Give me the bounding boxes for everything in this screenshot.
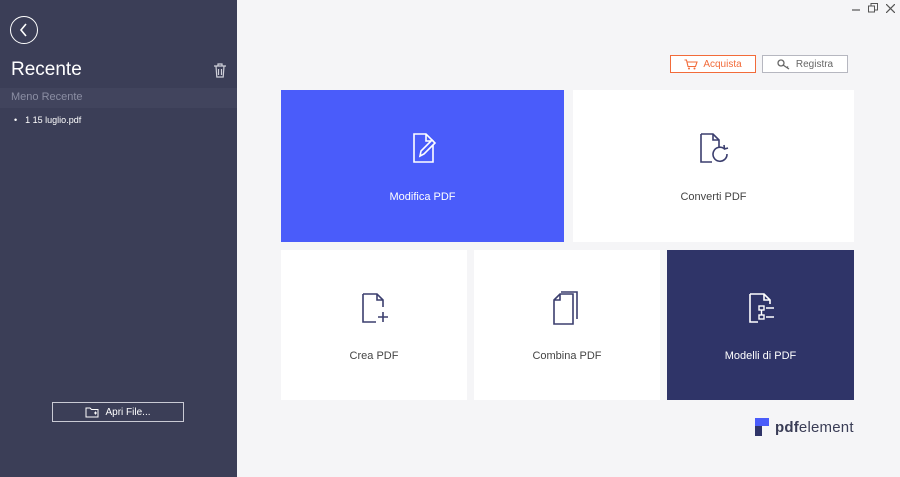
folder-icon [85,407,99,417]
tile-label: Combina PDF [532,350,602,362]
create-pdf-icon [362,293,388,323]
trash-icon[interactable] [213,63,227,78]
tile-label: Crea PDF [349,350,399,362]
list-bullet: • [14,115,18,125]
window-controls [851,3,895,13]
chevron-left-icon [19,23,27,37]
logo-text-rest: element [798,418,854,436]
tile-combine-pdf[interactable]: Combina PDF [474,250,660,400]
logo-text: pdfelement [775,419,854,436]
back-button[interactable] [10,16,38,44]
open-file-button[interactable]: Apri File... [52,402,184,422]
recent-file-item[interactable]: • 1 15 luglio.pdf [14,115,81,125]
section-label: Meno Recente [11,91,83,103]
key-icon [777,58,790,70]
buy-button[interactable]: Acquista [670,55,756,73]
tile-label: Modifica PDF [389,191,456,203]
cart-icon [684,58,699,69]
sidebar-title: Recente [11,59,82,80]
templates-pdf-icon [748,293,774,323]
tile-create-pdf[interactable]: Crea PDF [281,250,467,400]
tile-label: Modelli di PDF [724,350,797,362]
tile-edit-pdf[interactable]: Modifica PDF [281,90,564,242]
restore-icon [868,3,878,13]
minimize-button[interactable] [851,3,861,13]
open-file-label: Apri File... [105,406,151,418]
tile-label: Converti PDF [680,191,747,203]
combine-pdf-icon [553,291,578,325]
restore-button[interactable] [868,3,878,13]
edit-pdf-icon [412,133,436,163]
close-button[interactable] [885,3,895,13]
minimize-icon [852,9,860,11]
section-header: Meno Recente [0,88,237,108]
sidebar: Recente Meno Recente • 1 15 luglio.pdf A… [0,0,237,477]
pdfelement-logo: pdfelement [755,418,854,436]
convert-pdf-icon [699,133,728,163]
tile-pdf-templates[interactable]: Modelli di PDF [667,250,854,400]
tile-convert-pdf[interactable]: Converti PDF [573,90,854,242]
logo-text-bold: pdf [775,418,799,436]
recent-file-name: 1 15 luglio.pdf [25,115,82,125]
close-icon [885,3,895,13]
pdfelement-logo-icon [755,418,769,436]
register-label: Registra [795,58,834,70]
buy-label: Acquista [703,58,742,70]
register-button[interactable]: Registra [762,55,848,73]
